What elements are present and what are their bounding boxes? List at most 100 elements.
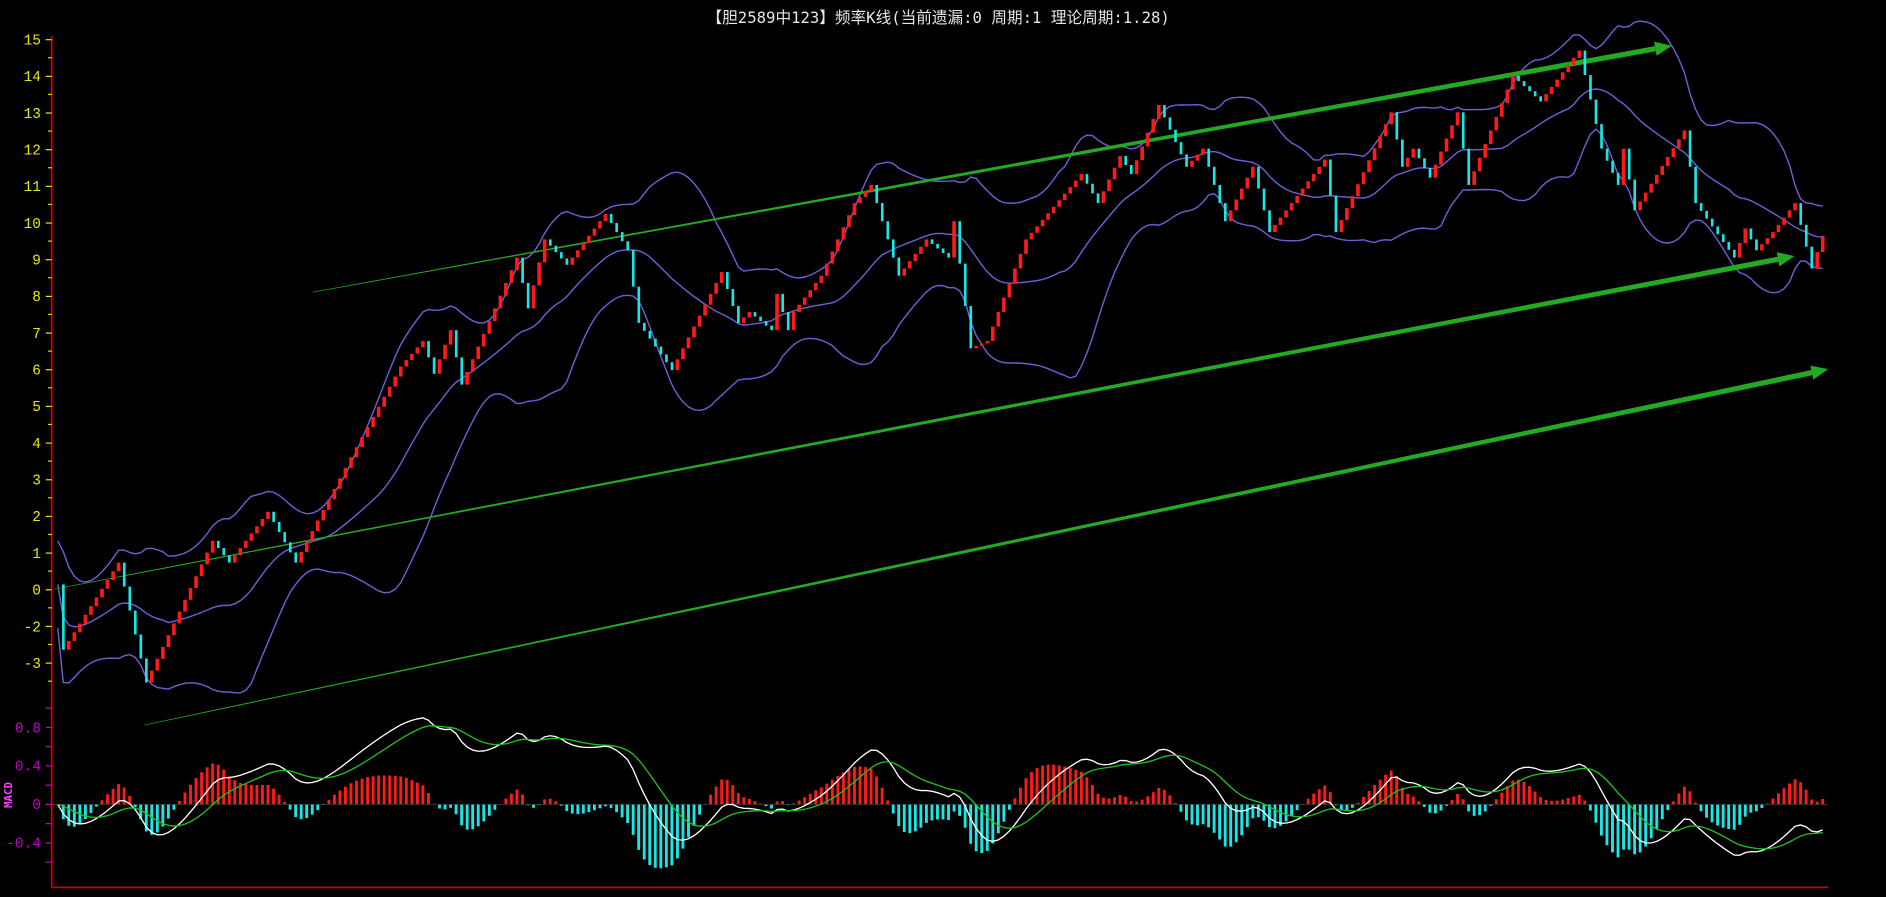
up-candle xyxy=(1666,157,1670,166)
up-candle xyxy=(304,541,309,553)
macd-histogram-bar xyxy=(587,804,591,813)
up-candle xyxy=(1156,105,1161,119)
up-candle xyxy=(797,304,801,313)
down-candle xyxy=(770,325,773,331)
up-candle xyxy=(1782,217,1786,225)
y-tick-label: 1 xyxy=(32,547,41,563)
macd-histogram-bar xyxy=(1074,769,1078,805)
up-candle xyxy=(985,341,990,344)
down-candle xyxy=(643,322,646,331)
up-candle xyxy=(1195,154,1200,161)
down-candle xyxy=(963,263,967,306)
y-tick-label: 4 xyxy=(32,437,41,453)
up-candle xyxy=(537,262,541,286)
macd-histogram-bar xyxy=(1212,804,1216,833)
macd-histogram-bar xyxy=(924,804,928,823)
down-candle xyxy=(1129,164,1133,175)
macd-histogram-bar xyxy=(1135,801,1139,805)
trend-arrow-head xyxy=(1776,252,1795,267)
up-candle xyxy=(979,343,984,346)
up-candle xyxy=(1145,132,1150,147)
down-candle xyxy=(1334,195,1338,233)
macd-histogram-bar xyxy=(1063,766,1067,805)
macd-histogram-bar xyxy=(908,804,912,834)
macd-histogram-bar xyxy=(1533,791,1537,805)
macd-histogram-bar xyxy=(1727,804,1731,830)
down-candle xyxy=(936,243,939,249)
macd-histogram-bar xyxy=(620,804,624,818)
up-candle xyxy=(493,308,497,322)
macd-histogram-bar xyxy=(1273,804,1277,829)
down-candle xyxy=(62,584,65,650)
up-candle xyxy=(587,235,591,244)
macd-histogram-bar xyxy=(487,804,491,816)
down-candle xyxy=(222,548,226,556)
macd-histogram-bar xyxy=(1207,804,1211,828)
down-candle xyxy=(526,282,530,309)
up-candle xyxy=(1057,200,1061,207)
macd-histogram-bar xyxy=(449,804,453,808)
down-candle xyxy=(283,532,287,543)
macd-histogram-bar xyxy=(1229,804,1233,847)
up-candle xyxy=(1311,174,1316,182)
up-candle xyxy=(990,326,995,342)
macd-histogram-bar xyxy=(266,784,270,805)
up-candle xyxy=(1682,130,1687,140)
up-candle xyxy=(1555,79,1559,87)
macd-histogram-bar xyxy=(1218,804,1222,840)
up-candle xyxy=(487,321,492,334)
macd-histogram-bar xyxy=(1749,804,1753,813)
up-candle xyxy=(155,658,160,671)
down-candle xyxy=(1329,159,1332,196)
up-candle xyxy=(172,623,176,636)
up-candle xyxy=(116,562,121,572)
up-candle xyxy=(354,447,359,458)
down-candle xyxy=(1522,81,1526,87)
macd-histogram-bar xyxy=(377,775,381,805)
macd-histogram-bar xyxy=(438,804,441,809)
up-candle xyxy=(841,227,846,240)
y-tick-label: 0 xyxy=(32,584,41,600)
down-candle xyxy=(1174,129,1177,143)
down-candle xyxy=(1539,96,1542,102)
down-candle xyxy=(1207,148,1211,167)
up-candle xyxy=(1660,165,1665,175)
macd-histogram-bar xyxy=(1599,804,1603,836)
macd-histogram-bar xyxy=(875,776,879,805)
macd-histogram-bar xyxy=(1013,798,1017,805)
up-candle xyxy=(1190,160,1194,167)
up-candle xyxy=(858,197,862,204)
down-candle xyxy=(1688,130,1692,167)
macd-histogram-bar xyxy=(244,784,248,805)
up-candle xyxy=(509,270,514,283)
macd-histogram-bar xyxy=(781,801,784,805)
up-candle xyxy=(1776,224,1781,233)
macd-histogram-bar xyxy=(714,786,718,805)
macd-histogram-bar xyxy=(349,783,353,805)
up-candle xyxy=(183,599,187,612)
macd-histogram-bar xyxy=(1771,798,1775,805)
up-candle xyxy=(100,588,104,598)
up-candle xyxy=(1450,125,1454,139)
macd-histogram-bar xyxy=(1622,804,1625,850)
up-candle xyxy=(1439,151,1443,165)
macd-histogram-bar xyxy=(1522,781,1526,805)
macd-histogram-bar xyxy=(482,804,486,822)
macd-histogram-bar xyxy=(1649,804,1653,839)
up-candle xyxy=(232,555,237,563)
up-candle xyxy=(1228,210,1233,222)
macd-histogram-bar xyxy=(565,804,569,811)
up-candle xyxy=(376,406,381,417)
up-candle xyxy=(1239,188,1244,200)
up-candle xyxy=(1477,157,1482,172)
down-candle xyxy=(659,346,663,355)
macd-histogram-bar xyxy=(1555,800,1559,805)
macd-histogram-bar xyxy=(1539,797,1542,805)
down-candle xyxy=(1262,188,1266,211)
up-candle xyxy=(310,530,315,542)
macd-histogram-bar xyxy=(1688,791,1692,805)
macd-histogram-bar xyxy=(1677,793,1681,805)
macd-histogram-bar xyxy=(1561,799,1565,805)
up-candle xyxy=(1787,210,1792,218)
macd-histogram-bar xyxy=(1400,787,1404,805)
